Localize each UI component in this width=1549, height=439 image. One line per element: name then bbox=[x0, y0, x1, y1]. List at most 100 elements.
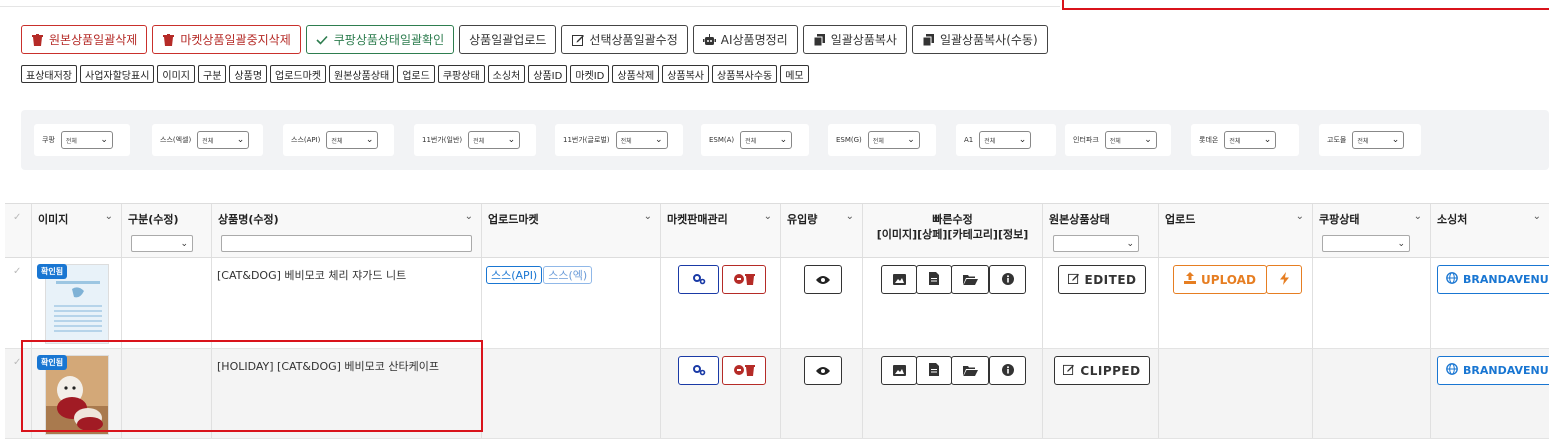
filter-a1: A1 전체 ⌄ bbox=[956, 124, 1056, 156]
chevron-down-icon: ⌄ bbox=[643, 211, 652, 222]
column-toggle[interactable]: 쿠팡상태 bbox=[437, 65, 485, 83]
edit-icon bbox=[1067, 273, 1079, 287]
edit-detail-button[interactable] bbox=[916, 265, 952, 294]
column-toggle[interactable]: 소싱처 bbox=[487, 65, 526, 83]
header-upload-market[interactable]: 업로드마켓 ⌄ bbox=[482, 204, 661, 257]
check-icon bbox=[316, 33, 329, 46]
header-image[interactable]: 이미지 ⌄ bbox=[32, 204, 122, 257]
market-filter-panel: 쿠팡 전체 ⌄ 스스(엑셀) 전체 ⌄ 스스(API) 전체 ⌄ 11번가(일반) 전… bbox=[21, 110, 1549, 170]
edit-detail-button[interactable] bbox=[916, 356, 952, 385]
header-category[interactable]: 구분(수정) ⌄ bbox=[122, 204, 212, 257]
coupang-status-check-button[interactable]: 쿠팡상품상태일괄확인 bbox=[305, 25, 455, 54]
header-upload[interactable]: 업로드 ⌄ bbox=[1159, 204, 1313, 257]
column-toggle-bar: 표상태저장 사업자할당표시 이미지 구분 상품명 업로드마켓 원본상품상태 업로… bbox=[21, 65, 809, 83]
filter-select[interactable]: 전체 ⌄ bbox=[326, 131, 379, 149]
filter-ss-api: 스스(API) 전체 ⌄ bbox=[283, 124, 394, 156]
column-toggle[interactable]: 원본상품상태 bbox=[329, 65, 395, 83]
bulk-copy-manual-button[interactable]: 일괄상품복사(수동) bbox=[911, 25, 1048, 54]
product-name[interactable]: [CAT&DOG] 베비모코 체리 쟈가드 니트 bbox=[217, 267, 406, 283]
check-icon: ✓ bbox=[13, 357, 22, 368]
column-toggle[interactable]: 상품ID bbox=[528, 65, 568, 83]
check-icon: ✓ bbox=[13, 212, 22, 223]
column-toggle[interactable]: 이미지 bbox=[157, 65, 196, 83]
filter-select[interactable]: 전체 ⌄ bbox=[60, 131, 113, 149]
filter-select[interactable]: 전체 ⌄ bbox=[1224, 131, 1277, 149]
chevron-down-icon: ⌄ bbox=[104, 211, 113, 222]
filter-select[interactable]: 전체 ⌄ bbox=[867, 131, 920, 149]
filter-select[interactable]: 전체 ⌄ bbox=[197, 131, 250, 149]
market-delete-button[interactable] bbox=[722, 356, 766, 385]
header-origin-status[interactable]: 원본상품상태 ⌄ bbox=[1043, 204, 1159, 257]
chevron-down-icon: ⌄ bbox=[763, 211, 772, 222]
column-toggle[interactable]: 구분 bbox=[198, 65, 227, 83]
delete-original-bulk-button[interactable]: 원본상품일괄삭제 bbox=[21, 25, 148, 54]
column-toggle[interactable]: 상품명 bbox=[229, 65, 268, 83]
source-link-button[interactable]: BRANDAVENUE bbox=[1437, 265, 1549, 294]
origin-status-button[interactable]: CLIPPED bbox=[1054, 356, 1150, 385]
filter-select[interactable]: 전체 ⌄ bbox=[979, 131, 1032, 149]
quick-upload-button[interactable] bbox=[1266, 265, 1302, 294]
market-delete-button[interactable] bbox=[722, 265, 766, 294]
filter-esm-a: ESM(A) 전체 ⌄ bbox=[701, 124, 809, 156]
source-link-button[interactable]: BRANDAVENUE bbox=[1437, 356, 1549, 385]
filter-select[interactable]: 전체 ⌄ bbox=[615, 131, 668, 149]
view-traffic-button[interactable] bbox=[804, 356, 842, 385]
edit-selected-bulk-button[interactable]: 선택상품일괄수정 bbox=[561, 25, 688, 54]
column-toggle[interactable]: 상품삭제 bbox=[612, 65, 660, 83]
table-row[interactable]: ✓ 확인됨 [CAT&DOG] 베비모코 체리 쟈가드 니트 스스(API) 스… bbox=[5, 258, 1549, 349]
category-filter-select[interactable]: ⌄ bbox=[131, 235, 193, 252]
bolt-icon bbox=[1279, 271, 1289, 288]
column-toggle[interactable]: 업로드마켓 bbox=[270, 65, 327, 83]
table-row[interactable]: ✓ 확인됨 [HOLIDAY] [CAT&DOG] 베비모코 산타케이프 CLI… bbox=[5, 349, 1549, 439]
header-quick-edit[interactable]: 빠른수정 [이미지][상페][카테고리][정보] bbox=[863, 204, 1043, 257]
filter-select[interactable]: 전체 ⌄ bbox=[468, 131, 521, 149]
bulk-upload-button[interactable]: 상품일괄업로드 bbox=[459, 25, 557, 54]
column-toggle[interactable]: 표상태저장 bbox=[21, 65, 77, 83]
product-table: ✓ 이미지 ⌄ 구분(수정) ⌄ 상품명(수정) ⌄ 업로드마켓 ⌄ 마켓판매관… bbox=[5, 203, 1549, 439]
edit-image-button[interactable] bbox=[881, 265, 917, 294]
view-traffic-button[interactable] bbox=[804, 265, 842, 294]
header-source[interactable]: 소싱처 ⌄ bbox=[1431, 204, 1549, 257]
header-traffic[interactable]: 유입량 ⌄ bbox=[781, 204, 863, 257]
header-name[interactable]: 상품명(수정) ⌄ bbox=[212, 204, 482, 257]
name-search-input[interactable] bbox=[221, 235, 472, 252]
edit-image-button[interactable] bbox=[881, 356, 917, 385]
ai-name-cleanup-button[interactable]: AI상품명정리 bbox=[692, 25, 798, 54]
market-tag[interactable]: 스스(엑) bbox=[543, 266, 593, 284]
coupang-status-filter-select[interactable]: ⌄ bbox=[1322, 235, 1410, 252]
image-icon bbox=[892, 270, 906, 289]
stop-trash-icon bbox=[733, 270, 755, 289]
column-toggle[interactable]: 상품복사 bbox=[662, 65, 710, 83]
chevron-down-icon: ⌄ bbox=[845, 211, 854, 222]
filter-select[interactable]: 전체 ⌄ bbox=[1352, 131, 1405, 149]
market-settings-button[interactable] bbox=[678, 265, 719, 294]
highlight-box-top bbox=[1062, 0, 1549, 10]
header-select-all[interactable]: ✓ bbox=[5, 204, 32, 257]
market-tag[interactable]: 스스(API) bbox=[486, 266, 543, 284]
column-toggle[interactable]: 마켓ID bbox=[570, 65, 610, 83]
market-settings-button[interactable] bbox=[678, 356, 719, 385]
row-select[interactable]: ✓ bbox=[5, 258, 32, 348]
origin-status-button[interactable]: EDITED bbox=[1058, 265, 1146, 294]
row-select[interactable]: ✓ bbox=[5, 349, 32, 438]
chevron-down-icon: ⌄ bbox=[1018, 135, 1027, 145]
product-name[interactable]: [HOLIDAY] [CAT&DOG] 베비모코 산타케이프 bbox=[217, 358, 439, 374]
filter-select[interactable]: 전체 ⌄ bbox=[1104, 131, 1157, 149]
column-toggle[interactable]: 사업자할당표시 bbox=[80, 65, 155, 83]
upload-button[interactable]: UPLOAD bbox=[1173, 265, 1267, 294]
header-market-manage[interactable]: 마켓판매관리 ⌄ bbox=[661, 204, 781, 257]
edit-info-button[interactable] bbox=[989, 356, 1026, 385]
edit-info-button[interactable] bbox=[989, 265, 1026, 294]
filter-select[interactable]: 전체 ⌄ bbox=[740, 131, 793, 149]
column-toggle[interactable]: 상품복사수동 bbox=[712, 65, 778, 83]
delete-market-bulk-button[interactable]: 마켓상품일괄중지삭제 bbox=[152, 25, 301, 54]
bulk-copy-button[interactable]: 일괄상품복사 bbox=[802, 25, 907, 54]
origin-status-filter-select[interactable]: ⌄ bbox=[1053, 235, 1139, 252]
chevron-down-icon: ⌄ bbox=[507, 135, 516, 145]
edit-category-button[interactable] bbox=[951, 265, 989, 294]
column-toggle[interactable]: 메모 bbox=[780, 65, 809, 83]
globe-icon bbox=[1446, 363, 1458, 378]
edit-category-button[interactable] bbox=[951, 356, 989, 385]
column-toggle[interactable]: 업로드 bbox=[397, 65, 435, 83]
header-coupang-status[interactable]: 쿠팡상태 ⌄ ⌄ bbox=[1313, 204, 1431, 257]
